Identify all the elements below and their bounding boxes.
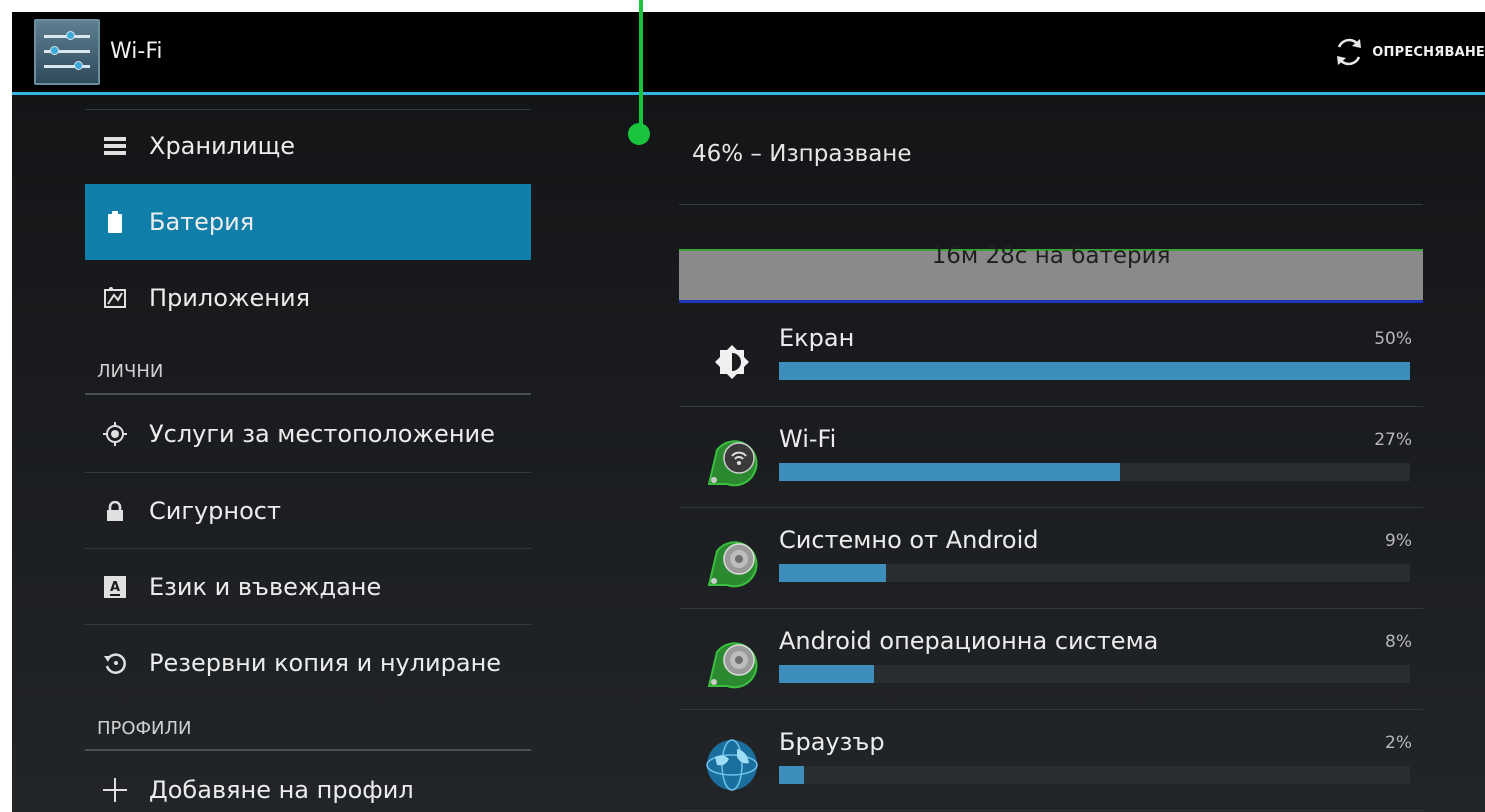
action-bar: Wi-Fi ОПРЕСНЯВАНЕ xyxy=(12,12,1485,92)
location-icon xyxy=(101,420,129,448)
usage-item-android-system[interactable]: Системно от Android 9% xyxy=(679,507,1423,608)
divider xyxy=(679,204,1423,205)
settings-sliders-icon[interactable] xyxy=(34,19,100,85)
settings-list: Хранилище Батерия Приложения ЛИЧНИ Услуг… xyxy=(85,95,531,812)
keyboard-icon: A xyxy=(101,573,129,601)
usage-bar-track xyxy=(779,362,1410,380)
sidebar-item-label: Резервни копия и нулиране xyxy=(149,649,502,677)
sidebar-item-apps[interactable]: Приложения xyxy=(85,261,531,335)
battery-time-label: 16м 28с на батерия xyxy=(931,243,1171,269)
usage-item-screen[interactable]: Екран 50% xyxy=(679,305,1423,406)
sidebar-item-label: Хранилище xyxy=(149,132,295,160)
usage-bar-track xyxy=(779,766,1410,784)
sidebar-item-backup[interactable]: Резервни копия и нулиране xyxy=(85,625,531,701)
battery-detail-panel: 46% – Изпразване 16м 28с на батерия Екра… xyxy=(679,95,1423,812)
browser-globe-icon xyxy=(703,735,761,793)
section-divider xyxy=(85,749,531,751)
graph-baseline xyxy=(679,300,1423,303)
usage-item-android-os[interactable]: Android операционна система 8% xyxy=(679,608,1423,709)
sidebar-item-battery[interactable]: Батерия xyxy=(85,184,531,260)
plus-icon xyxy=(101,776,129,804)
usage-bar-fill xyxy=(779,766,805,784)
backup-icon xyxy=(101,649,129,677)
sidebar-item-label: Батерия xyxy=(149,208,255,236)
wifi-app-icon xyxy=(703,432,761,490)
usage-percent: 50% xyxy=(1374,329,1412,349)
sidebar-item-security[interactable]: Сигурност xyxy=(85,473,531,548)
usage-percent: 8% xyxy=(1385,632,1412,652)
add-profile-label: Добавяне на профил xyxy=(149,776,414,804)
usage-name: Wi-Fi xyxy=(779,425,837,453)
lock-icon xyxy=(101,497,129,525)
usage-name: Android операционна система xyxy=(779,627,1159,655)
android-system-icon xyxy=(703,533,761,591)
usage-bar-fill xyxy=(779,463,1120,481)
usage-bar-fill xyxy=(779,665,874,683)
battery-icon xyxy=(101,208,129,236)
sidebar-item-label: Услуги за местоположение xyxy=(149,419,495,448)
page-title: Wi-Fi xyxy=(110,39,163,64)
battery-status-text: 46% – Изпразване xyxy=(692,141,912,167)
sidebar-item-storage[interactable]: Хранилище xyxy=(85,109,531,183)
storage-icon xyxy=(101,132,129,160)
sidebar-item-label: Сигурност xyxy=(149,496,281,525)
usage-percent: 2% xyxy=(1385,733,1412,753)
usage-name: Браузър xyxy=(779,728,885,756)
annotation-marker-dot xyxy=(628,123,650,145)
usage-percent: 9% xyxy=(1385,531,1412,551)
add-profile-button[interactable]: Добавяне на профил xyxy=(85,752,531,812)
sidebar-item-language[interactable]: A Език и въвеждане xyxy=(85,549,531,624)
sidebar-item-label: Приложения xyxy=(149,284,311,312)
section-header-personal: ЛИЧНИ xyxy=(97,361,164,382)
sidebar-item-label: Език и въвеждане xyxy=(149,572,382,601)
annotation-marker-line xyxy=(639,0,643,134)
usage-item-wifi[interactable]: Wi-Fi 27% xyxy=(679,406,1423,507)
usage-item-browser[interactable]: Браузър 2% xyxy=(679,709,1423,810)
usage-name: Екран xyxy=(779,324,855,352)
settings-screen: Wi-Fi ОПРЕСНЯВАНЕ Хранилище Батерия Прил… xyxy=(12,12,1485,812)
usage-percent: 27% xyxy=(1374,430,1412,450)
section-header-profiles: ПРОФИЛИ xyxy=(97,718,192,739)
refresh-button[interactable]: ОПРЕСНЯВАНЕ xyxy=(1332,34,1485,70)
usage-bar-track xyxy=(779,665,1410,683)
usage-bar-fill xyxy=(779,564,887,582)
refresh-label: ОПРЕСНЯВАНЕ xyxy=(1372,44,1485,60)
usage-name: Системно от Android xyxy=(779,526,1039,554)
sidebar-item-location[interactable]: Услуги за местоположение xyxy=(85,395,531,472)
svg-text:A: A xyxy=(110,580,120,595)
screen-brightness-icon xyxy=(703,331,761,389)
refresh-icon xyxy=(1337,38,1362,66)
usage-bar-fill xyxy=(779,362,1410,380)
usage-bar-track xyxy=(779,463,1410,481)
android-os-icon xyxy=(703,634,761,692)
apps-icon xyxy=(101,284,129,312)
divider xyxy=(679,810,1423,811)
usage-bar-track xyxy=(779,564,1410,582)
